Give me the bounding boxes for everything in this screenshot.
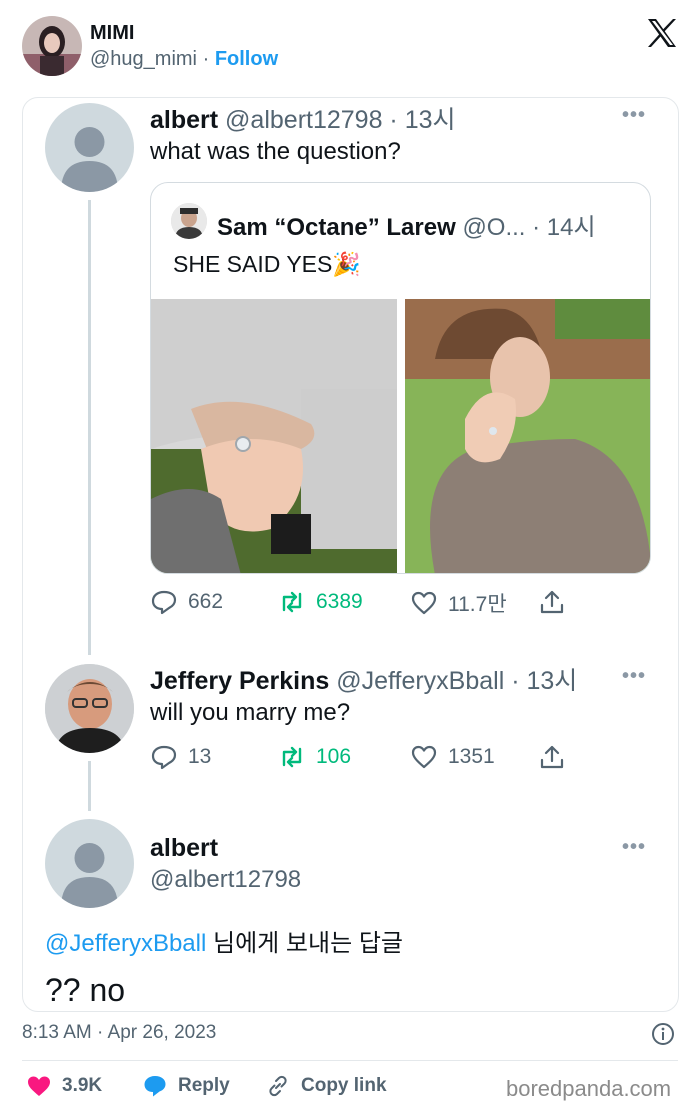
retweet-icon — [282, 746, 302, 768]
tweet1-like-count: 11.7만 — [448, 593, 507, 616]
avatar-albert[interactable] — [45, 103, 134, 192]
tweet2-like-stat[interactable]: 1351 — [410, 743, 495, 771]
reply-label: Reply — [178, 1075, 230, 1096]
follow-button[interactable]: Follow — [215, 48, 278, 70]
footer-divider — [22, 1060, 678, 1061]
tweet1-retweet-count: 6389 — [316, 590, 363, 613]
tweet2-share-button[interactable] — [538, 743, 566, 771]
tweet1-text: what was the question? — [150, 138, 401, 165]
tweet1-share-button[interactable] — [538, 588, 566, 616]
quote-text-line: SHE SAID YES🎉 — [173, 251, 361, 278]
avatar-jeffery[interactable] — [45, 664, 134, 753]
link-icon — [269, 1075, 287, 1097]
more-options-icon[interactable]: ••• — [622, 836, 646, 859]
share-icon — [540, 590, 564, 614]
boredpanda-watermark: boredpanda.com — [506, 1076, 672, 1101]
author-avatar[interactable] — [22, 16, 82, 76]
reply-icon — [151, 590, 177, 615]
retweet-icon — [282, 591, 302, 613]
tweet2-retweet-stat[interactable]: 106 — [278, 743, 351, 771]
speech-bubble-icon — [144, 1076, 166, 1097]
copy-link-label: Copy link — [301, 1075, 387, 1096]
tweet2-retweet-count: 106 — [316, 745, 352, 768]
reply-to-suffix: 님에게 보내는 답글 — [213, 930, 403, 957]
more-options-icon[interactable]: ••• — [622, 665, 646, 688]
tweet1-header: albert @albert12798 · 13시 — [150, 100, 456, 136]
quote-meta: @O... · 14시 — [462, 214, 596, 241]
reply-to-mention[interactable]: @JefferyxBball — [45, 930, 206, 957]
more-options-icon[interactable]: ••• — [622, 104, 646, 127]
avatar-albert-reply[interactable] — [45, 819, 134, 908]
quote-author-name[interactable]: Sam “Octane” Larew — [217, 214, 456, 241]
x-logo-icon[interactable] — [646, 18, 678, 48]
reply-icon — [151, 745, 177, 770]
thread-connector-line-2 — [88, 761, 91, 811]
author-handle-line: @hug_mimi · Follow — [90, 48, 278, 71]
thread-connector-line — [88, 200, 91, 655]
quote-header: Sam “Octane” Larew @O... · 14시 — [217, 207, 596, 242]
quote-tweet[interactable]: Sam “Octane” Larew @O... · 14시 SHE SAID … — [150, 182, 651, 574]
party-popper-icon: 🎉 — [332, 251, 362, 277]
handle-separator: · — [202, 48, 210, 70]
info-icon[interactable] — [651, 1022, 675, 1046]
quote-author-avatar[interactable] — [171, 203, 207, 239]
tweet2-like-count: 1351 — [448, 745, 495, 768]
tweet2-reply-stat[interactable]: 13 — [150, 743, 211, 771]
copy-link-button[interactable]: Copy link — [265, 1073, 387, 1099]
like-button[interactable]: 3.9K — [26, 1073, 102, 1099]
tweet1-reply-count: 662 — [188, 590, 224, 613]
tweet2-author-name[interactable]: Jeffery Perkins — [150, 667, 329, 695]
tweet2-reply-count: 13 — [188, 745, 212, 768]
quote-text: SHE SAID YES — [173, 251, 333, 277]
tweet2-meta: @JefferyxBball · 13시 — [336, 667, 578, 695]
post-timestamp[interactable]: 8:13 AM · Apr 26, 2023 — [22, 1022, 216, 1044]
tweet1-meta: @albert12798 · 13시 — [225, 106, 456, 134]
heart-outline-icon — [411, 591, 437, 615]
tweet1-reply-stat[interactable]: 662 — [150, 588, 223, 616]
tweet1-author-name[interactable]: albert — [150, 106, 218, 134]
share-icon — [540, 745, 564, 769]
heart-outline-icon — [411, 745, 437, 769]
tweet1-retweet-stat[interactable]: 6389 — [278, 588, 363, 616]
tweet3-text: ?? no — [45, 972, 126, 1008]
selfie-photo[interactable] — [405, 299, 650, 573]
tweet3-author-name[interactable]: albert — [150, 834, 218, 863]
tweet2-header: Jeffery Perkins @JefferyxBball · 13시 — [150, 661, 577, 697]
tweet2-text: will you marry me? — [150, 699, 351, 726]
reply-button[interactable]: Reply — [142, 1073, 230, 1099]
like-count: 3.9K — [62, 1075, 103, 1096]
tweet1-like-stat[interactable]: 11.7만 — [410, 588, 507, 618]
reply-to-line: @JefferyxBball 님에게 보내는 답글 — [45, 923, 403, 958]
author-name[interactable]: MIMI — [90, 22, 134, 45]
tweet3-handle[interactable]: @albert12798 — [150, 866, 301, 894]
author-handle[interactable]: @hug_mimi — [90, 48, 197, 70]
heart-filled-icon — [28, 1076, 50, 1096]
ring-hand-photo[interactable] — [151, 299, 397, 573]
